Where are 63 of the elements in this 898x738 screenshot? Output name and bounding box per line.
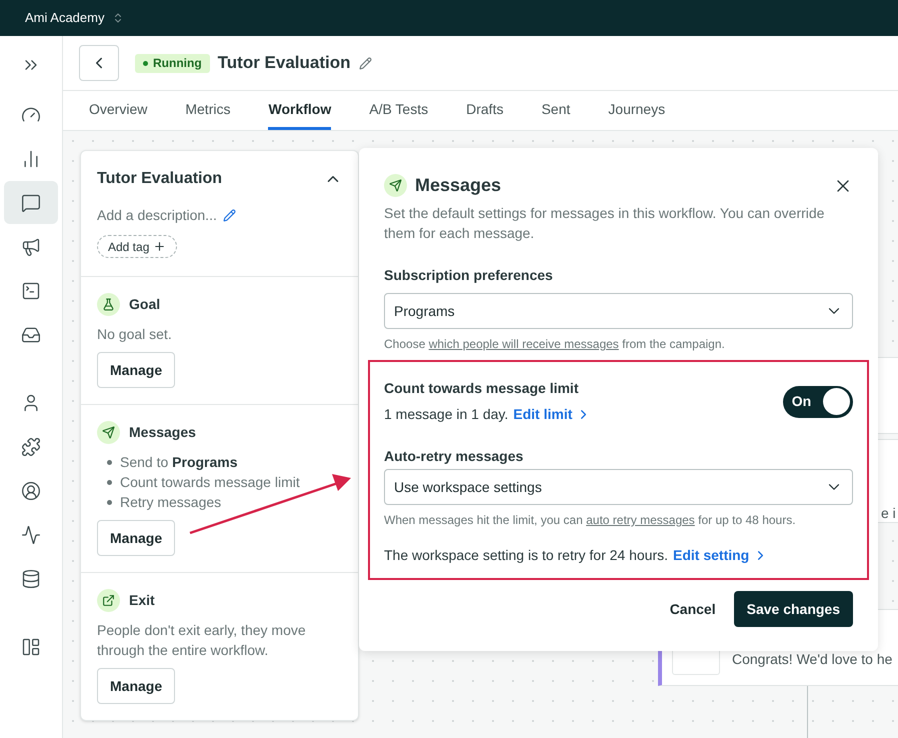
select-field[interactable]: Use workspace settings xyxy=(384,469,853,505)
node-text: e i xyxy=(881,505,896,521)
user-circle-icon xyxy=(21,480,41,500)
edit-setting-link[interactable]: Edit setting xyxy=(673,545,768,566)
workspace-name[interactable]: Ami Academy xyxy=(25,8,104,28)
pulse-icon xyxy=(21,524,41,544)
bullet-text: Count towards message limit xyxy=(120,473,300,492)
edit-limit-link[interactable]: Edit limit xyxy=(513,404,592,425)
section-title: Goal xyxy=(129,295,160,314)
hint-link[interactable]: which people will receive messages xyxy=(428,337,619,351)
gauge-icon xyxy=(21,104,41,124)
toggle-switch[interactable]: On xyxy=(783,386,853,418)
pencil-icon[interactable] xyxy=(358,56,372,70)
send-icon xyxy=(389,179,402,192)
tab[interactable]: Overview xyxy=(89,91,148,130)
tab[interactable]: Metrics xyxy=(185,91,230,130)
manage-button[interactable]: Manage xyxy=(97,668,176,704)
section-title: Messages xyxy=(129,423,196,442)
manage-button[interactable]: Manage xyxy=(97,352,176,388)
flask-icon xyxy=(102,298,115,311)
retry-note: The workspace setting is to retry for 24 hours. xyxy=(384,546,668,565)
hint-text: When messages hit the limit, you can auto retry messages for up to 48 hours. xyxy=(384,512,797,529)
cancel-button[interactable]: Cancel xyxy=(666,591,720,627)
hint-text: Choose which people will receive messages from the campaign. xyxy=(384,336,726,353)
tab[interactable]: A/B Tests xyxy=(369,91,428,130)
modal-description: Set the default settings for messages in this workflow. You can override them for each message. xyxy=(384,204,826,243)
table-icon xyxy=(21,636,41,656)
add-tag-button[interactable]: Add tag xyxy=(97,235,178,258)
section-title: Exit xyxy=(129,591,155,610)
plus-icon xyxy=(153,240,166,253)
node-text: Congrats! We'd love to he xyxy=(732,650,892,669)
send-icon xyxy=(102,426,115,439)
inbox-icon xyxy=(21,324,41,344)
hint-link[interactable]: auto retry messages xyxy=(586,513,695,527)
field-label: Count towards message limit xyxy=(384,379,580,398)
field-label: Subscription preferences xyxy=(384,266,554,285)
tab[interactable]: Drafts xyxy=(466,91,504,130)
connector-line xyxy=(807,686,808,738)
field-label: Auto-retry messages xyxy=(384,447,524,466)
database-icon xyxy=(21,568,41,588)
message-icon xyxy=(21,192,41,212)
manage-button[interactable]: Manage xyxy=(97,520,176,556)
description-placeholder[interactable]: Add a description... xyxy=(97,205,217,226)
puzzle-icon xyxy=(21,436,41,456)
section-text: No goal set. xyxy=(97,325,173,344)
limit-text: 1 message in 1 day. xyxy=(384,405,508,424)
nav-item[interactable] xyxy=(4,181,58,224)
bullet-text: Send to Programs xyxy=(120,453,238,472)
bullet-text: Retry messages xyxy=(120,493,222,512)
section-text: People don't exit early, they move through the entire workflow. xyxy=(97,621,307,660)
tab[interactable]: Journeys xyxy=(608,91,666,130)
pencil-icon[interactable] xyxy=(222,209,236,222)
terminal-icon xyxy=(21,280,41,300)
status-badge: Running xyxy=(135,54,210,72)
panel-title: Tutor Evaluation xyxy=(97,169,222,189)
select-field[interactable]: Programs xyxy=(384,293,853,329)
campaign-title: Tutor Evaluation xyxy=(218,52,351,74)
modal-title: Messages xyxy=(415,174,502,197)
megaphone-icon xyxy=(21,236,41,256)
external-link-icon xyxy=(102,594,115,607)
toggle-thumb xyxy=(823,388,850,415)
save-button[interactable]: Save changes xyxy=(734,591,853,627)
tab[interactable]: Sent xyxy=(541,91,570,130)
